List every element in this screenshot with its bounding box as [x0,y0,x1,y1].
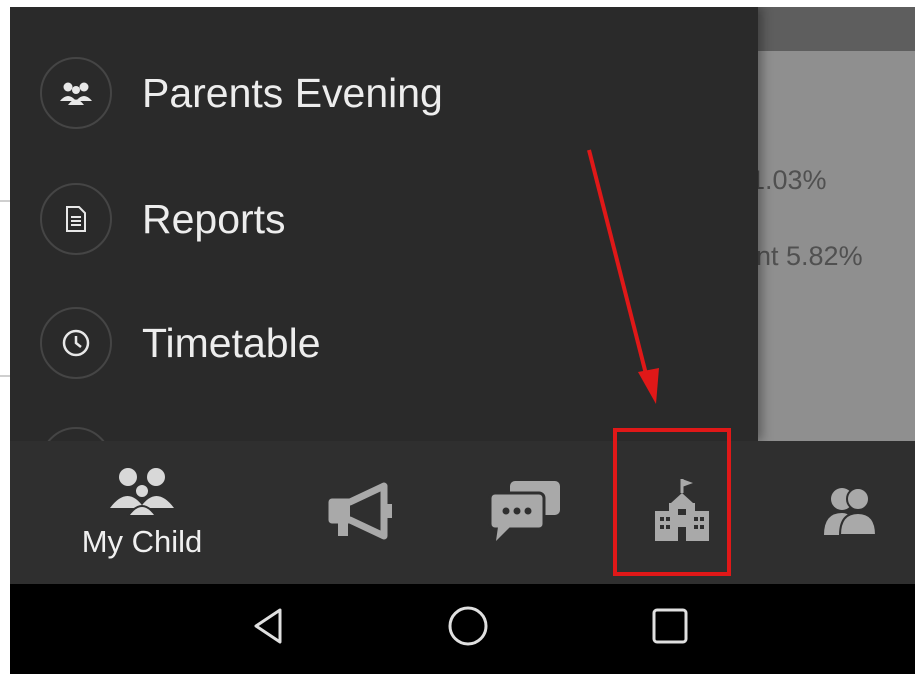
drawer-item-label: Parents Evening [142,69,443,116]
android-nav-bar [10,584,915,674]
tab-messages[interactable] [475,441,575,584]
tab-contacts[interactable] [800,441,900,584]
clock-icon [40,307,112,379]
annotation-highlight-box [613,428,731,576]
children-icon [106,466,178,520]
background-stat-2: nt 5.82% [756,241,863,271]
tab-announcements[interactable] [310,441,410,584]
background-stat-1: 1.03% [750,165,827,195]
tab-label: My Child [81,523,203,559]
drawer-item-label: Reports [142,195,286,242]
drawer-item-reports[interactable]: Reports [40,179,740,259]
drawer-item-parents-evening[interactable]: Parents Evening [40,53,740,133]
bottom-tab-bar: My Child [10,441,915,584]
partial-icon [40,427,112,441]
recents-button[interactable] [640,598,700,658]
edge-artifact [0,375,10,377]
navigation-drawer: Parents Evening Reports Timetable [10,7,758,441]
document-icon [40,183,112,255]
phone-screen: 1.03% nt 5.82% Parents Evening Reports T… [10,7,915,674]
back-icon [250,606,290,650]
drawer-item-label: Timetable [142,319,321,366]
home-icon [446,604,490,652]
chat-icon [486,479,564,547]
tab-my-child[interactable]: My Child [52,441,232,584]
parents-group-icon [40,57,112,129]
edge-artifact [0,200,10,202]
app-header-background [758,7,915,51]
megaphone-icon [324,482,396,544]
back-button[interactable] [240,598,300,658]
drawer-item-timetable[interactable]: Timetable [40,303,740,383]
home-button[interactable] [438,598,498,658]
contacts-icon [822,483,878,543]
recents-icon [650,606,690,650]
